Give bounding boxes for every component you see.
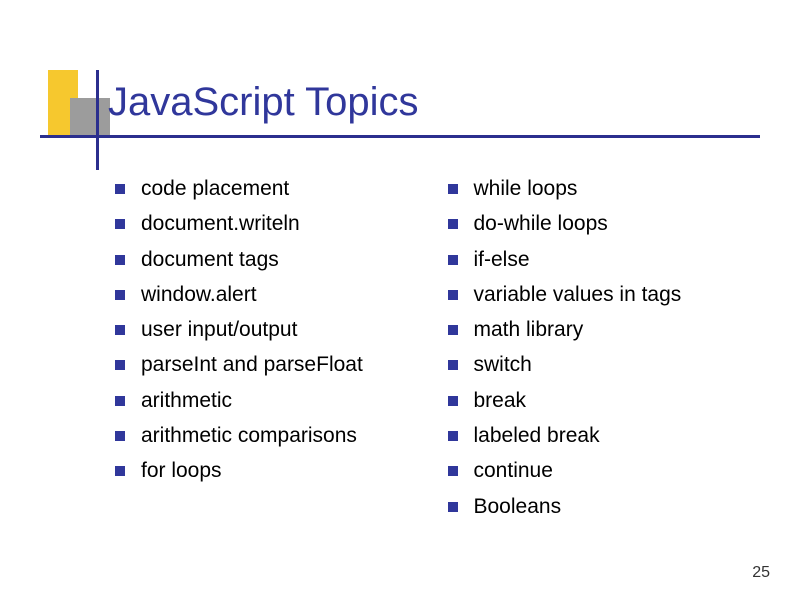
list-item: break: [448, 387, 761, 414]
bullet-icon: [448, 396, 458, 406]
list-item: Booleans: [448, 493, 761, 520]
list-item-text: arithmetic: [141, 387, 232, 414]
list-item-text: while loops: [474, 175, 578, 202]
bullet-icon: [115, 325, 125, 335]
bullet-icon: [448, 255, 458, 265]
list-item: for loops: [115, 457, 428, 484]
list-item: code placement: [115, 175, 428, 202]
list-item-text: parseInt and parseFloat: [141, 351, 363, 378]
list-item-text: code placement: [141, 175, 289, 202]
bullet-icon: [115, 219, 125, 229]
list-item-text: if-else: [474, 246, 530, 273]
list-item-text: arithmetic comparisons: [141, 422, 357, 449]
bullet-icon: [115, 396, 125, 406]
list-item-text: window.alert: [141, 281, 257, 308]
list-item-text: break: [474, 387, 527, 414]
list-item: continue: [448, 457, 761, 484]
list-item: arithmetic: [115, 387, 428, 414]
bullet-icon: [115, 255, 125, 265]
list-item: window.alert: [115, 281, 428, 308]
list-item-text: for loops: [141, 457, 222, 484]
bullet-icon: [448, 431, 458, 441]
list-item: user input/output: [115, 316, 428, 343]
bullet-icon: [115, 290, 125, 300]
list-item: parseInt and parseFloat: [115, 351, 428, 378]
right-column: while loops do-while loops if-else variable…: [448, 175, 761, 528]
list-item-text: document tags: [141, 246, 279, 273]
list-item-text: user input/output: [141, 316, 297, 343]
bullet-icon: [448, 360, 458, 370]
bullet-icon: [448, 219, 458, 229]
bullet-icon: [448, 184, 458, 194]
slide-content: code placement document.writeln document t…: [115, 175, 760, 528]
bullet-icon: [448, 325, 458, 335]
bullet-icon: [115, 184, 125, 194]
gray-accent: [70, 98, 110, 138]
bullet-icon: [448, 290, 458, 300]
bullet-icon: [448, 466, 458, 476]
left-column: code placement document.writeln document t…: [115, 175, 428, 528]
list-item-text: do-while loops: [474, 210, 608, 237]
list-item: variable values in tags: [448, 281, 761, 308]
horizontal-line: [40, 135, 760, 138]
list-item-text: continue: [474, 457, 553, 484]
slide-title: JavaScript Topics: [108, 80, 419, 125]
list-item-text: variable values in tags: [474, 281, 682, 308]
bullet-icon: [115, 360, 125, 370]
bullet-icon: [448, 502, 458, 512]
list-item: do-while loops: [448, 210, 761, 237]
list-item-text: document.writeln: [141, 210, 300, 237]
page-number: 25: [752, 564, 770, 582]
vertical-line: [96, 70, 99, 170]
list-item: math library: [448, 316, 761, 343]
bullet-icon: [115, 431, 125, 441]
list-item: switch: [448, 351, 761, 378]
list-item: document.writeln: [115, 210, 428, 237]
list-item: while loops: [448, 175, 761, 202]
list-item-text: math library: [474, 316, 584, 343]
list-item-text: labeled break: [474, 422, 600, 449]
list-item: if-else: [448, 246, 761, 273]
list-item: document tags: [115, 246, 428, 273]
bullet-icon: [115, 466, 125, 476]
list-item: arithmetic comparisons: [115, 422, 428, 449]
list-item-text: switch: [474, 351, 532, 378]
list-item-text: Booleans: [474, 493, 562, 520]
list-item: labeled break: [448, 422, 761, 449]
